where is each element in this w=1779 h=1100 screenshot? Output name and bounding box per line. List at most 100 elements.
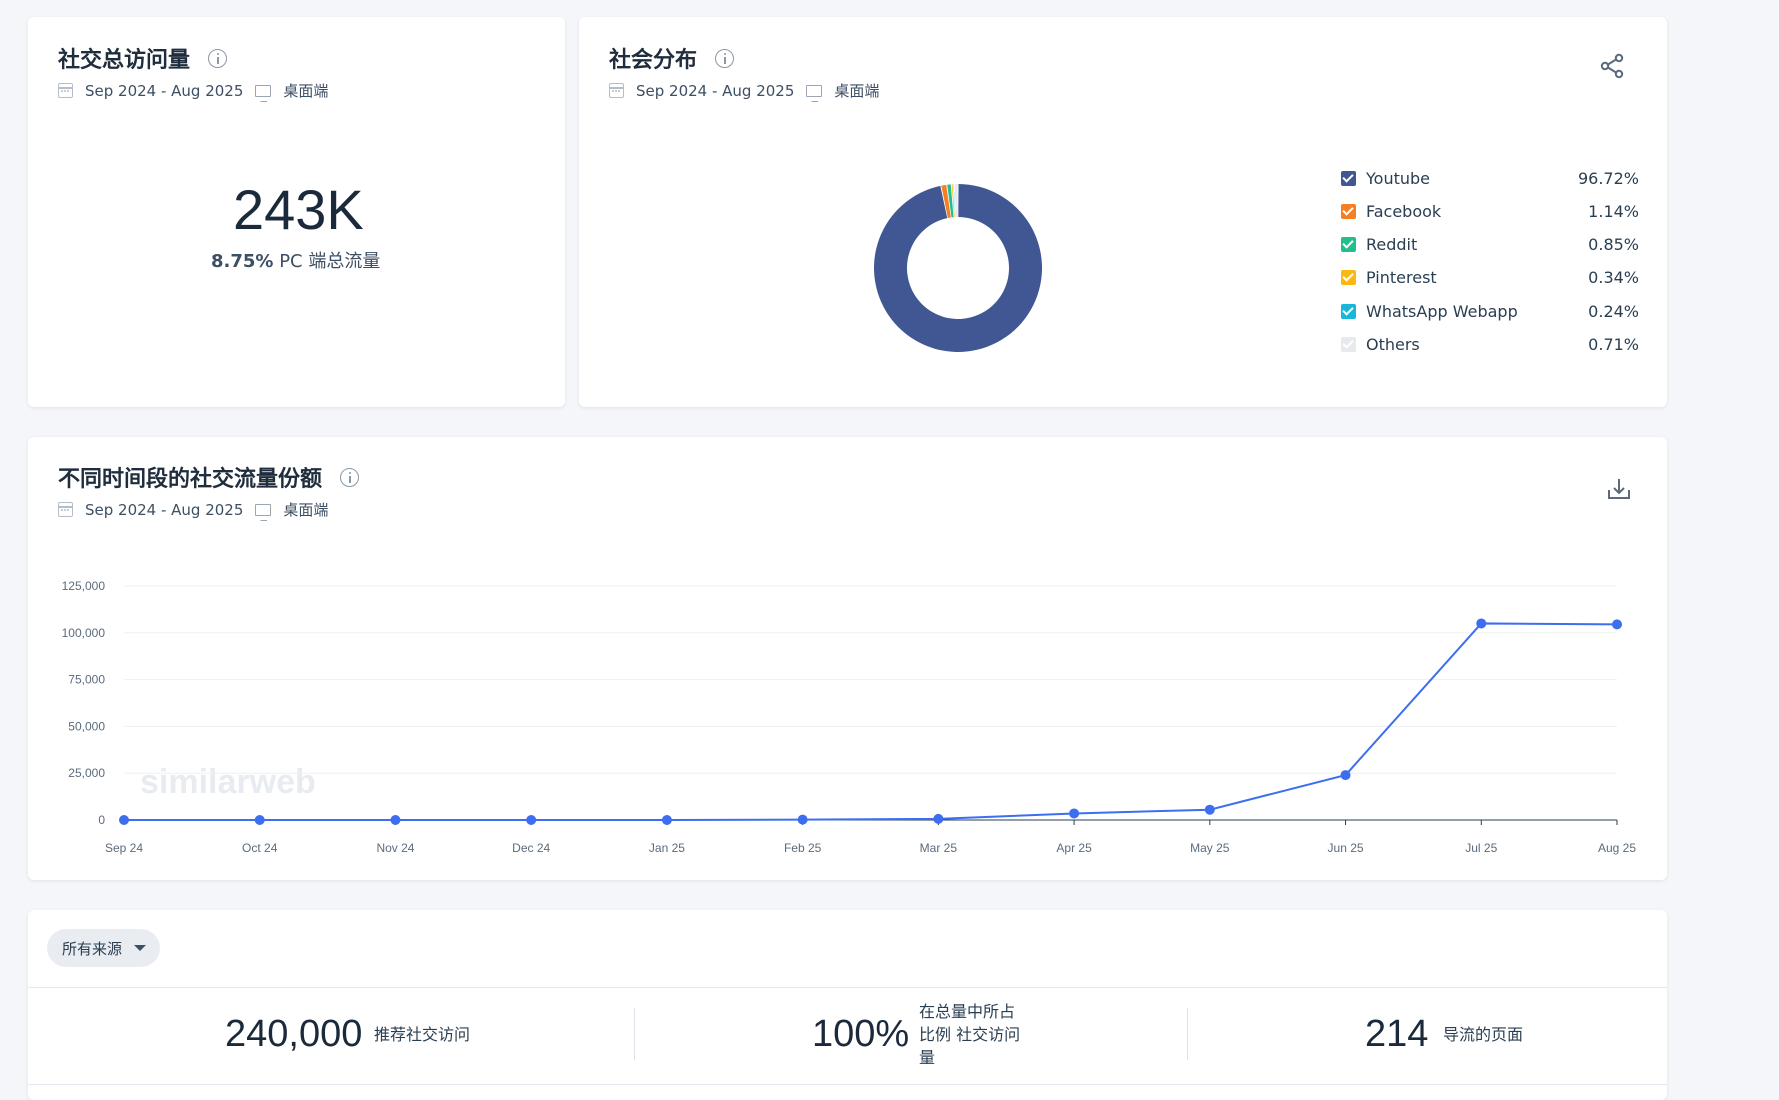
- legend-label: Pinterest: [1366, 267, 1437, 287]
- checkbox-icon[interactable]: [1341, 236, 1356, 252]
- y-tick-label: 75,000: [68, 673, 105, 687]
- share-of-total-label-line: 在总量中所占: [919, 1002, 1016, 1021]
- donut-slice-youtube[interactable]: [874, 184, 1042, 352]
- trend-title-row: 不同时间段的社交流量份额: [58, 461, 360, 493]
- card-meta: Sep 2024 - Aug 2025 桌面端: [609, 80, 880, 102]
- watermark-logo: similarweb: [140, 763, 316, 801]
- stats-divider-top: [28, 987, 1667, 988]
- share-icon[interactable]: [1598, 52, 1626, 80]
- x-tick-label: Jun 25: [1328, 841, 1364, 855]
- desktop-icon: [255, 503, 272, 521]
- source-filter-dropdown[interactable]: 所有来源: [47, 929, 160, 967]
- total-visits-title-row: 社交总访问量: [58, 42, 228, 74]
- card-title: 社会分布: [609, 48, 698, 73]
- x-tick-label: Aug 25: [1598, 841, 1636, 855]
- info-icon[interactable]: [340, 467, 360, 487]
- calendar-icon: [58, 83, 73, 98]
- card-meta: Sep 2024 - Aug 2025 桌面端: [58, 80, 328, 102]
- data-point[interactable]: [1204, 804, 1215, 815]
- download-icon[interactable]: [1605, 475, 1633, 503]
- device-label: 桌面端: [834, 82, 880, 100]
- distribution-donut-chart: [874, 184, 1042, 352]
- stats-divider: [634, 1008, 635, 1060]
- chevron-down-icon: [134, 945, 147, 951]
- x-tick-label: Jul 25: [1465, 841, 1497, 855]
- total-visits-value: 243K: [233, 178, 364, 241]
- x-tick-label: Dec 24: [512, 841, 550, 855]
- share-of-total-label-line: 比例 社交访问: [919, 1025, 1021, 1044]
- data-point[interactable]: [1069, 808, 1080, 819]
- legend-item[interactable]: WhatsApp Webapp 0.24%: [1341, 300, 1639, 322]
- data-point[interactable]: [1612, 619, 1622, 630]
- data-point[interactable]: [390, 815, 401, 825]
- y-tick-label: 0: [98, 813, 105, 827]
- source-filter-label: 所有来源: [62, 939, 123, 958]
- data-point[interactable]: [526, 815, 537, 825]
- info-icon[interactable]: [208, 48, 228, 68]
- x-tick-label: Jan 25: [649, 841, 685, 855]
- card-title: 不同时间段的社交流量份额: [58, 467, 323, 492]
- data-point[interactable]: [254, 815, 265, 825]
- trend-line-chart: similarweb 0 25,000 50,000 75,000 100,000 125,…: [62, 579, 1637, 855]
- share-of-total-label: 在总量中所占 比例 社交访问 量: [919, 1000, 1020, 1069]
- legend-item[interactable]: Facebook 1.14%: [1341, 200, 1639, 222]
- legend-value: 96.72%: [1577, 168, 1639, 188]
- data-point[interactable]: [1340, 770, 1351, 781]
- referring-pages-label: 导流的页面: [1443, 1025, 1524, 1044]
- y-tick-label: 125,000: [62, 579, 106, 593]
- desktop-icon: [806, 84, 823, 102]
- legend-item[interactable]: Pinterest 0.34%: [1341, 266, 1639, 288]
- date-range: Sep 2024 - Aug 2025: [85, 500, 244, 519]
- legend-label: Others: [1366, 334, 1420, 354]
- x-tick-label: May 25: [1190, 841, 1230, 855]
- x-tick-label: Mar 25: [920, 841, 958, 855]
- distribution-title-row: 社会分布: [609, 42, 735, 74]
- desktop-icon: [255, 84, 272, 102]
- desktop-share-line: 8.75% PC 端总流量: [211, 247, 380, 273]
- x-tick-label: Sep 24: [105, 841, 143, 855]
- referral-visits-value: 240,000: [225, 1013, 363, 1055]
- share-of-total-label-line: 量: [919, 1048, 936, 1067]
- referring-pages-value: 214: [1365, 1013, 1429, 1055]
- checkbox-icon[interactable]: [1341, 203, 1356, 219]
- stats-divider: [1187, 1008, 1188, 1060]
- checkbox-icon[interactable]: [1341, 269, 1356, 285]
- data-point[interactable]: [1476, 618, 1487, 629]
- card-title: 社交总访问量: [58, 48, 191, 73]
- legend-label: Reddit: [1366, 234, 1418, 254]
- series-line: [124, 622, 1618, 821]
- legend-label: WhatsApp Webapp: [1366, 301, 1518, 321]
- legend-item[interactable]: Others 0.71%: [1341, 333, 1639, 355]
- legend-value: 0.85%: [1588, 234, 1639, 254]
- stats-card: [28, 910, 1667, 1100]
- legend-value: 0.71%: [1588, 334, 1639, 354]
- info-icon[interactable]: [715, 48, 735, 68]
- data-point[interactable]: [661, 815, 672, 825]
- desktop-share-label: PC 端总流量: [279, 251, 381, 272]
- data-point[interactable]: [933, 813, 944, 824]
- card-meta: Sep 2024 - Aug 2025 桌面端: [58, 499, 329, 521]
- calendar-icon: [609, 83, 624, 98]
- y-tick-label: 50,000: [68, 719, 105, 733]
- desktop-share-percent: 8.75%: [211, 251, 274, 272]
- total-visits-card: 社交总访问量 Sep 2024 - Aug 2025 桌面端 243K 8.75…: [28, 17, 565, 407]
- data-point[interactable]: [797, 814, 808, 825]
- calendar-icon: [58, 502, 73, 517]
- stats-divider-bottom: [28, 1084, 1667, 1085]
- donut-slice-others[interactable]: [954, 184, 958, 218]
- date-range: Sep 2024 - Aug 2025: [85, 81, 244, 100]
- checkbox-icon[interactable]: [1341, 303, 1356, 319]
- data-point[interactable]: [119, 815, 129, 825]
- x-tick-label: Feb 25: [784, 841, 822, 855]
- checkbox-icon[interactable]: [1341, 170, 1356, 186]
- x-tick-label: Apr 25: [1056, 841, 1092, 855]
- legend-item[interactable]: Youtube 96.72%: [1341, 167, 1639, 189]
- y-tick-label: 100,000: [62, 626, 106, 640]
- device-label: 桌面端: [283, 501, 329, 519]
- legend-value: 1.14%: [1588, 201, 1639, 221]
- checkbox-icon[interactable]: [1341, 336, 1356, 352]
- legend-item[interactable]: Reddit 0.85%: [1341, 233, 1639, 255]
- x-tick-label: Oct 24: [242, 841, 278, 855]
- legend-label: Facebook: [1366, 201, 1442, 221]
- legend-value: 0.24%: [1588, 301, 1639, 321]
